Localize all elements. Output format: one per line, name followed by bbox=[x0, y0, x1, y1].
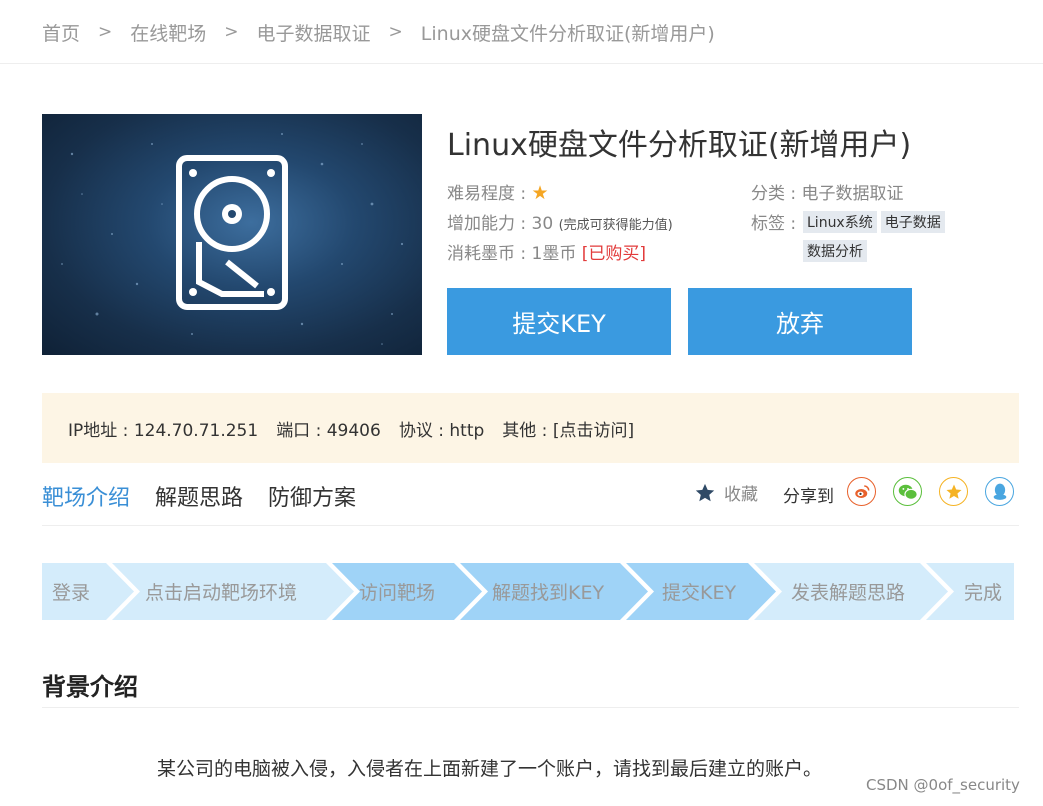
weibo-icon[interactable] bbox=[847, 477, 876, 506]
port-value: 49406 bbox=[326, 420, 381, 441]
step-done: 完成 bbox=[964, 582, 1003, 604]
wechat-icon[interactable] bbox=[893, 477, 922, 506]
watermark: CSDN @0of_security bbox=[866, 776, 1020, 794]
tab-bar: 靶场介绍 解题思路 防御方案 bbox=[42, 480, 381, 512]
qzone-icon[interactable] bbox=[939, 477, 968, 506]
give-up-button[interactable]: 放弃 bbox=[688, 288, 912, 355]
step-access-range: 访问靶场 bbox=[359, 582, 436, 604]
step-publish-solution: 发表解题思路 bbox=[791, 582, 906, 604]
cost-label: 消耗墨币 : bbox=[447, 244, 527, 264]
purchased-status: [已购买] bbox=[581, 244, 647, 264]
section-divider bbox=[42, 707, 1019, 708]
tags-label: 标签 : bbox=[751, 214, 797, 234]
visit-link[interactable]: [点击访问] bbox=[553, 421, 634, 441]
ip-value: 124.70.71.251 bbox=[133, 420, 259, 441]
favorite-label: 收藏 bbox=[724, 485, 758, 505]
ability-row: 增加能力 : 30 (完成可获得能力值) bbox=[447, 209, 673, 234]
star-icon bbox=[695, 483, 715, 501]
tag[interactable]: Linux系统 bbox=[803, 211, 877, 233]
ip-info: IP地址 : 124.70.71.251 bbox=[68, 416, 258, 441]
cost-value: 1墨币 bbox=[531, 244, 577, 264]
share-label: 分享到 bbox=[783, 487, 834, 507]
other-label: 其他 : bbox=[502, 420, 548, 441]
step-find-key: 解题找到KEY bbox=[492, 582, 605, 604]
category-value: 电子数据取证 bbox=[801, 184, 904, 204]
breadcrumb-separator: > bbox=[388, 22, 403, 42]
ability-value: 30 bbox=[531, 214, 554, 234]
port-info: 端口 : 49406 bbox=[276, 416, 381, 441]
tab-solution-ideas[interactable]: 解题思路 bbox=[155, 480, 243, 512]
breadcrumb-separator: > bbox=[98, 22, 113, 42]
star-icon: ★ bbox=[531, 182, 549, 204]
category-label: 分类 : bbox=[751, 184, 797, 204]
category-row: 分类 : 电子数据取证 bbox=[751, 179, 904, 204]
hard-drive-icon bbox=[176, 155, 288, 310]
tag[interactable]: 数据分析 bbox=[803, 240, 867, 262]
protocol-label: 协议 : bbox=[398, 420, 444, 441]
breadcrumb: 首页 > 在线靶场 > 电子数据取证 > Linux硬盘文件分析取证(新增用户) bbox=[42, 18, 715, 46]
submit-key-button[interactable]: 提交KEY bbox=[447, 288, 671, 355]
breadcrumb-online-range[interactable]: 在线靶场 bbox=[130, 19, 206, 46]
background-title: 背景介绍 bbox=[42, 673, 138, 701]
progress-steps: 登录 点击启动靶场环境 访问靶场 解题找到KEY 提交KEY 发表解题思路 完成 bbox=[42, 563, 1014, 620]
difficulty-row: 难易程度 : ★ bbox=[447, 179, 549, 204]
difficulty-label: 难易程度 : bbox=[447, 184, 527, 204]
step-start-env: 点击启动靶场环境 bbox=[145, 582, 298, 604]
tags-row-2: 数据分析 bbox=[803, 240, 871, 262]
port-label: 端口 : bbox=[276, 420, 322, 441]
breadcrumb-category[interactable]: 电子数据取证 bbox=[257, 19, 371, 46]
ability-label: 增加能力 : bbox=[447, 214, 527, 234]
breadcrumb-separator: > bbox=[224, 22, 239, 42]
breadcrumb-divider bbox=[0, 63, 1043, 64]
tab-defense-plan[interactable]: 防御方案 bbox=[268, 480, 356, 512]
access-info-bar: IP地址 : 124.70.71.251 端口 : 49406 协议 : htt… bbox=[42, 393, 1019, 463]
tag[interactable]: 电子数据 bbox=[880, 211, 945, 233]
cost-row: 消耗墨币 : 1墨币 [已购买] bbox=[447, 239, 646, 264]
step-submit-key: 提交KEY bbox=[662, 582, 737, 604]
tags-row-1: Linux系统 电子数据 bbox=[803, 211, 949, 233]
challenge-cover-image bbox=[42, 114, 422, 355]
tab-intro[interactable]: 靶场介绍 bbox=[42, 480, 130, 512]
protocol-info: 协议 : http bbox=[399, 416, 484, 441]
challenge-title: Linux硬盘文件分析取证(新增用户) bbox=[447, 128, 912, 163]
breadcrumb-current: Linux硬盘文件分析取证(新增用户) bbox=[420, 22, 715, 45]
tabs-divider bbox=[42, 525, 1019, 526]
ability-note: (完成可获得能力值) bbox=[558, 218, 673, 233]
ip-label: IP地址 : bbox=[68, 420, 129, 441]
qq-icon[interactable] bbox=[985, 477, 1014, 506]
breadcrumb-home[interactable]: 首页 bbox=[42, 19, 80, 46]
step-login: 登录 bbox=[52, 582, 91, 604]
background-text: 某公司的电脑被入侵，入侵者在上面新建了一个账户，请找到最后建立的账户。 bbox=[157, 758, 823, 780]
favorite-button[interactable]: 收藏 bbox=[694, 480, 758, 505]
protocol-value: http bbox=[449, 420, 485, 441]
other-info: 其他 : [点击访问] bbox=[502, 416, 634, 441]
